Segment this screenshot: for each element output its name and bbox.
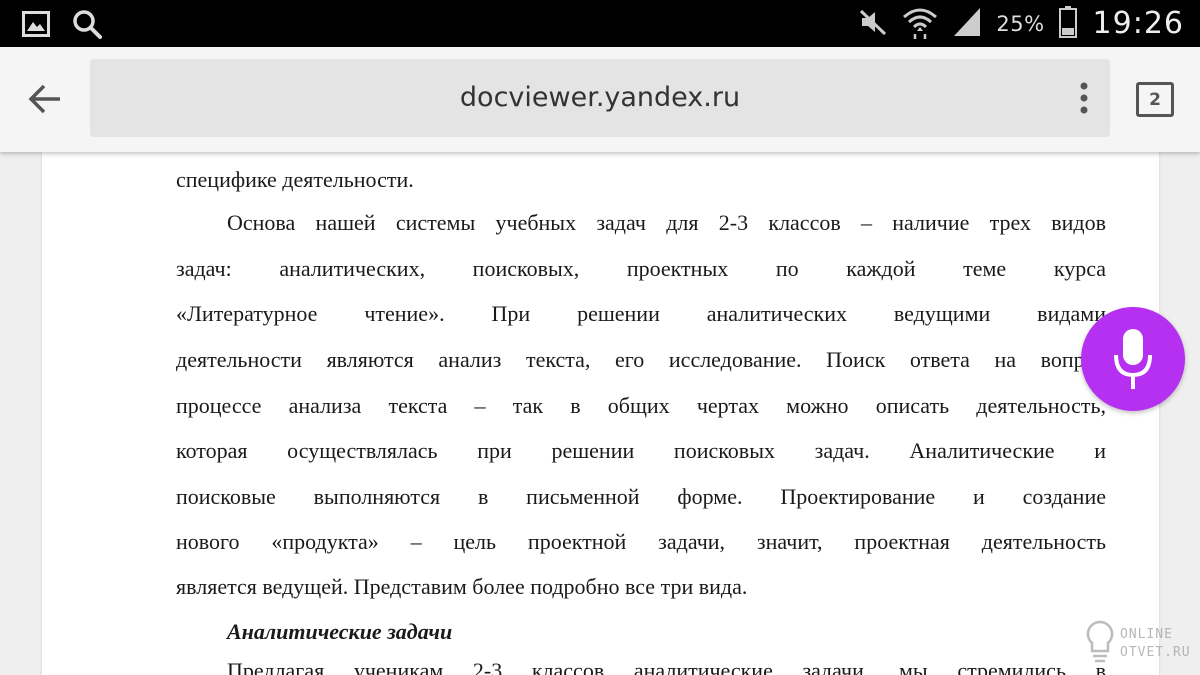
watermark-line2: OTVET.RU [1120,645,1191,660]
doc-line: Предлагая ученикам 2-3 классов аналитиче… [227,658,1106,675]
lightbulb-icon [1086,620,1114,663]
search-icon [72,9,102,43]
tabs-button[interactable]: 2 [1136,82,1174,117]
browser-toolbar: docviewer.yandex.ru 2 [0,47,1200,152]
doc-line: является ведущей. Представим более подро… [176,574,748,599]
signal-icon [952,6,982,42]
back-arrow-icon [28,84,60,114]
section-heading: Аналитические задачи [227,619,453,644]
voice-search-button[interactable] [1081,307,1185,411]
battery-icon [1058,5,1077,42]
clock: 19:26 [1092,6,1184,41]
doc-line: деятельности являются анализ текста, его… [176,347,1106,372]
back-button[interactable] [22,79,68,119]
doc-line: которая осуществлялась при решении поиск… [176,438,1106,463]
url-bar[interactable]: docviewer.yandex.ru [90,59,1110,137]
mute-icon [858,7,888,41]
menu-button[interactable] [1072,79,1096,117]
doc-line: «Литературное чтение». При решении анали… [176,301,1106,326]
url-text[interactable]: docviewer.yandex.ru [90,59,1050,137]
doc-line: специфике деятельности. [176,167,414,192]
battery-percent: 25% [996,11,1045,36]
doc-line: процессе анализа текста – так в общих че… [176,393,1106,418]
more-vert-icon [1080,82,1088,114]
doc-line: нового «продукта» – цель проектной задач… [176,529,1106,554]
gallery-icon [22,11,50,41]
microphone-icon [1114,329,1152,389]
status-bar: 25% 19:26 [0,0,1200,47]
watermark-line1: ONLINE [1120,627,1173,642]
watermark: ONLINE OTVET.RU [1084,615,1200,675]
wifi-icon [902,5,938,43]
screen: 25% 19:26 docviewer.yandex.ru 2 специфик… [0,0,1200,675]
doc-line: Основа нашей системы учебных задач для 2… [227,210,1106,235]
doc-line: задач: аналитических, поисковых, проектн… [176,256,1106,281]
doc-line: поисковые выполняются в письменной форме… [176,484,1106,509]
